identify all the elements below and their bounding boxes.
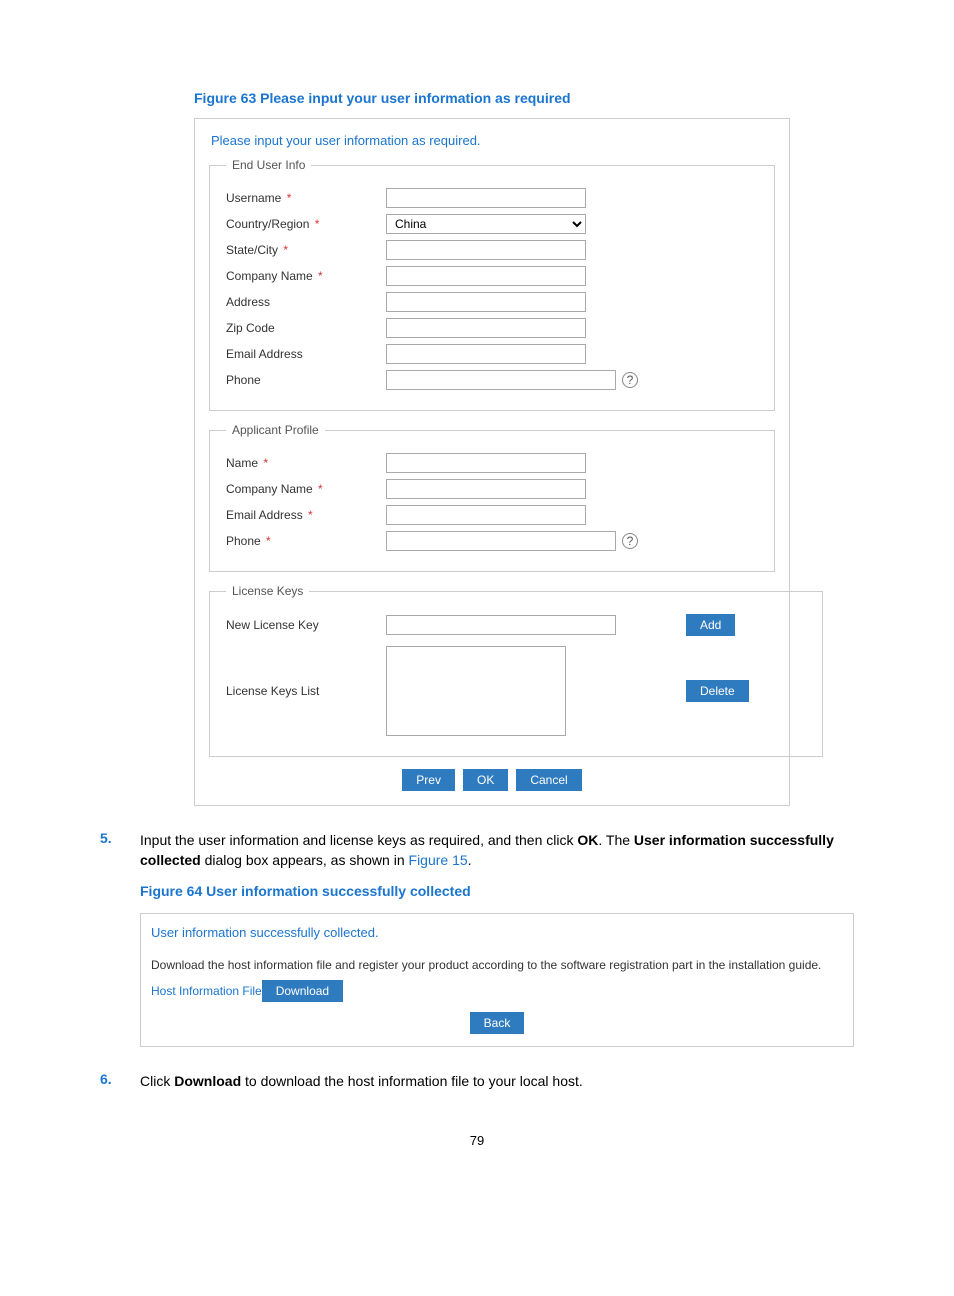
back-button[interactable]: Back <box>470 1012 525 1034</box>
dialog-title: Please input your user information as re… <box>209 129 775 158</box>
zip-input[interactable] <box>386 318 586 338</box>
user-info-dialog: Please input your user information as re… <box>194 118 790 806</box>
help-icon[interactable]: ? <box>622 533 638 549</box>
ok-button[interactable]: OK <box>463 769 508 791</box>
step-5: 5. Input the user information and licens… <box>100 830 854 1047</box>
applicant-name-label: Name * <box>226 456 386 470</box>
username-input[interactable] <box>386 188 586 208</box>
end-user-info-section: End User Info Username * Country/Region … <box>209 158 775 411</box>
figure-63-caption: Figure 63 Please input your user informa… <box>194 90 790 106</box>
state-label: State/City * <box>226 243 386 257</box>
country-label: Country/Region * <box>226 217 386 231</box>
license-keys-list[interactable] <box>386 646 566 736</box>
license-legend: License Keys <box>226 584 309 598</box>
page-number: 79 <box>100 1133 854 1148</box>
country-select[interactable]: China <box>386 214 586 234</box>
delete-button[interactable]: Delete <box>686 680 749 702</box>
address-input[interactable] <box>386 292 586 312</box>
step-body: Click Download to download the host info… <box>140 1071 854 1091</box>
download-button[interactable]: Download <box>262 980 343 1002</box>
company-label: Company Name * <box>226 269 386 283</box>
license-keys-list-label: License Keys List <box>226 684 386 698</box>
email-label: Email Address <box>226 347 386 361</box>
applicant-phone-input[interactable] <box>386 531 616 551</box>
step-body: Input the user information and license k… <box>140 830 854 1047</box>
success-dialog-title: User information successfully collected. <box>151 922 843 951</box>
success-dialog: User information successfully collected.… <box>140 913 854 1047</box>
applicant-phone-label: Phone * <box>226 534 386 548</box>
phone-label: Phone <box>226 373 386 387</box>
step-6: 6. Click Download to download the host i… <box>100 1071 854 1091</box>
figure-64-caption: Figure 64 User information successfully … <box>140 881 854 901</box>
end-user-legend: End User Info <box>226 158 311 172</box>
step-number: 6. <box>100 1071 140 1091</box>
applicant-legend: Applicant Profile <box>226 423 325 437</box>
new-license-key-label: New License Key <box>226 618 386 632</box>
email-input[interactable] <box>386 344 586 364</box>
applicant-email-label: Email Address * <box>226 508 386 522</box>
applicant-name-input[interactable] <box>386 453 586 473</box>
new-license-key-input[interactable] <box>386 615 616 635</box>
address-label: Address <box>226 295 386 309</box>
applicant-email-input[interactable] <box>386 505 586 525</box>
applicant-company-input[interactable] <box>386 479 586 499</box>
applicant-company-label: Company Name * <box>226 482 386 496</box>
license-keys-section: License Keys New License Key Add License… <box>209 584 823 757</box>
applicant-profile-section: Applicant Profile Name * Company Name * <box>209 423 775 572</box>
company-input[interactable] <box>386 266 586 286</box>
figure-15-xref[interactable]: Figure 15 <box>409 852 468 868</box>
zip-label: Zip Code <box>226 321 386 335</box>
prev-button[interactable]: Prev <box>402 769 455 791</box>
cancel-button[interactable]: Cancel <box>516 769 581 791</box>
add-button[interactable]: Add <box>686 614 735 636</box>
state-input[interactable] <box>386 240 586 260</box>
step-number: 5. <box>100 830 140 1047</box>
success-instruction: Download the host information file and r… <box>151 957 843 974</box>
host-info-file-label: Host Information File <box>151 983 262 1000</box>
help-icon[interactable]: ? <box>622 372 638 388</box>
username-label: Username * <box>226 191 386 205</box>
phone-input[interactable] <box>386 370 616 390</box>
